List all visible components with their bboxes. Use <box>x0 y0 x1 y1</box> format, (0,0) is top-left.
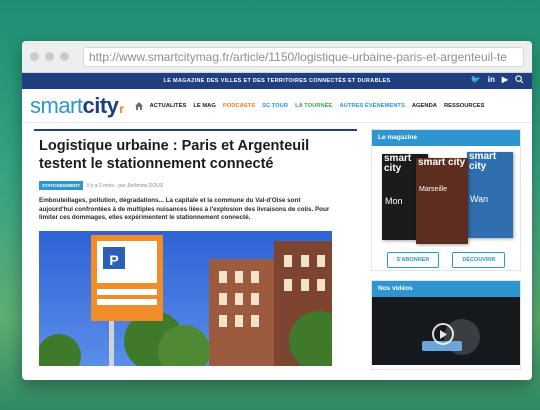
site-logo[interactable]: smart city r <box>30 93 124 119</box>
play-icon[interactable] <box>432 323 454 345</box>
magazine-heading: Le magazine <box>372 130 520 146</box>
video-thumbnail[interactable] <box>372 297 520 365</box>
linkedin-icon[interactable]: in <box>488 75 495 84</box>
category-badge[interactable]: STATIONNEMENT <box>39 181 84 190</box>
videos-heading: Nos vidéos <box>372 281 520 297</box>
nav-item-agenda[interactable]: AGENDA <box>412 103 437 109</box>
article-divider <box>34 129 357 131</box>
url-bar[interactable]: http://www.smartcitymag.fr/article/1150/… <box>83 46 524 67</box>
magazine-actions: S'ABONNER DÉCOUVRIR <box>372 244 520 268</box>
home-icon[interactable] <box>134 101 144 111</box>
street-parking-image: P <box>39 230 332 366</box>
article-title: Logistique urbaine : Paris et Argenteuil… <box>39 138 310 172</box>
site-topbar: LE MAGAZINE DES VILLES ET DES TERRITOIRE… <box>22 73 532 89</box>
article-byline: Il y a 2 mois - par Jérômine DOUX <box>87 182 164 189</box>
article-lede: Embouteillages, pollution, dégradations.… <box>39 197 330 221</box>
main-menu: ACTUALITÉS LE MAG PODCASTS SC TOUR LA TO… <box>150 103 485 109</box>
site-navigation: smart city r ACTUALITÉS LE MAG PODCASTS … <box>22 89 532 123</box>
twitter-icon[interactable]: 🐦 <box>471 75 481 84</box>
magazine-covers[interactable]: smart city Mon smart city Wan smart city… <box>372 146 520 244</box>
magazine-cover[interactable]: smart city Wan <box>467 152 513 238</box>
nav-item-sc-tour[interactable]: SC TOUR <box>262 103 288 109</box>
browser-chrome: http://www.smartcitymag.fr/article/1150/… <box>22 41 532 73</box>
magazine-cover[interactable]: smart city Marseille <box>416 158 468 244</box>
sidebar: Le magazine smart city Mon smart city Wa… <box>371 123 521 370</box>
nav-item-actualites[interactable]: ACTUALITÉS <box>150 103 187 109</box>
subscribe-button[interactable]: S'ABONNER <box>386 252 440 268</box>
social-links: 🐦 in ▶ <box>471 75 524 84</box>
browser-window: http://www.smartcitymag.fr/article/1150/… <box>22 41 532 380</box>
nav-item-le-mag[interactable]: LE MAG <box>193 103 216 109</box>
magazine-box: Le magazine smart city Mon smart city Wa… <box>371 129 521 271</box>
nav-item-la-tournee[interactable]: LA TOURNÉE <box>295 103 332 109</box>
youtube-icon[interactable]: ▶ <box>502 75 508 84</box>
search-icon[interactable] <box>515 75 524 84</box>
discover-button[interactable]: DÉCOUVRIR <box>452 252 506 268</box>
article-photo: P <box>39 230 332 366</box>
nav-item-autres-evenements[interactable]: AUTRES ÉVÉNEMENTS <box>339 103 404 109</box>
window-maximize-dot[interactable] <box>60 52 69 61</box>
article-meta: STATIONNEMENT Il y a 2 mois - par Jérômi… <box>34 181 357 190</box>
logo-mark-icon: r <box>119 101 124 116</box>
videos-box: Nos vidéos <box>371 280 521 370</box>
site-tagline: LE MAGAZINE DES VILLES ET DES TERRITOIRE… <box>163 78 391 84</box>
page-content: Logistique urbaine : Paris et Argenteuil… <box>22 123 532 380</box>
parking-sign-letter: P <box>109 252 118 268</box>
window-minimize-dot[interactable] <box>45 52 54 61</box>
nav-item-podcasts[interactable]: PODCASTS <box>223 103 255 109</box>
nav-item-ressources[interactable]: RESSOURCES <box>444 103 485 109</box>
window-close-dot[interactable] <box>30 52 39 61</box>
article: Logistique urbaine : Paris et Argenteuil… <box>34 123 357 366</box>
